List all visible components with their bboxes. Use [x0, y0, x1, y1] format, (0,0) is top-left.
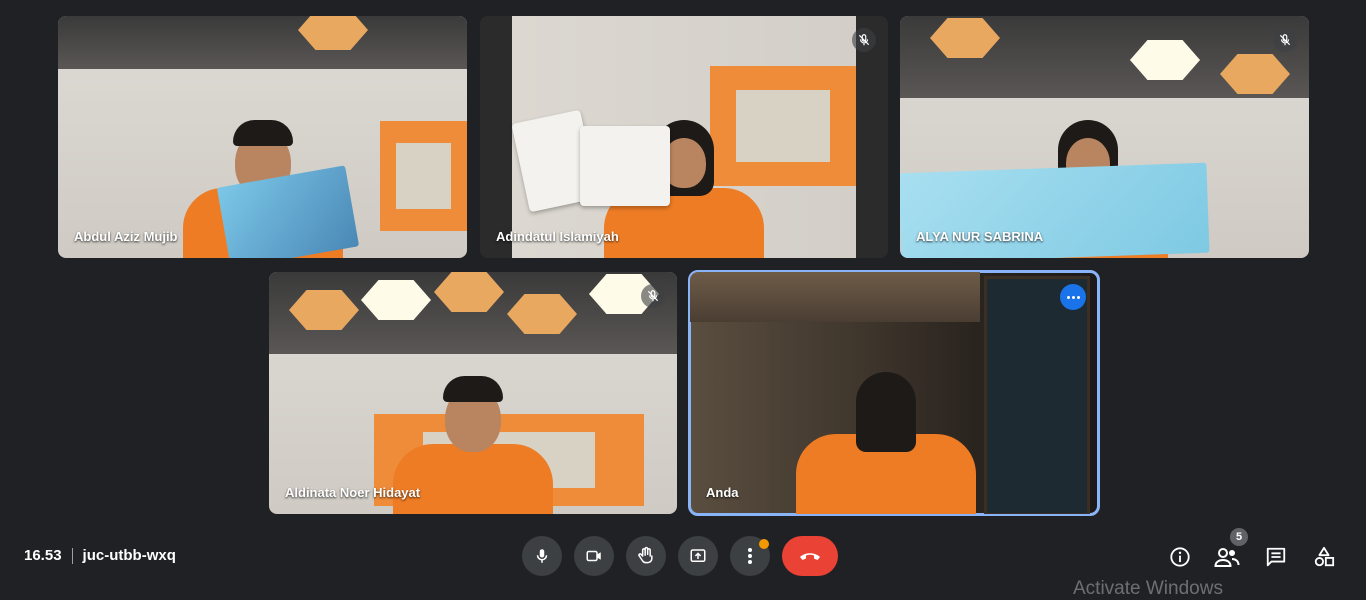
meeting-code: juc-utbb-wxq — [82, 547, 176, 564]
raise-hand-button[interactable] — [626, 536, 666, 576]
video-tile-adindatul-islamiyah[interactable]: Adindatul Islamiyah — [480, 16, 888, 258]
participant-figure — [786, 354, 986, 514]
divider — [71, 547, 73, 564]
more-vert-icon — [748, 548, 752, 564]
muted-indicator — [852, 28, 876, 52]
mic-off-icon — [647, 290, 659, 302]
people-button[interactable]: 5 — [1214, 528, 1248, 570]
participant-name: Abdul Aziz Mujib — [74, 229, 178, 244]
present-screen-button[interactable] — [678, 536, 718, 576]
muted-indicator — [1273, 28, 1297, 52]
phone-hangup-icon — [800, 553, 820, 560]
video-camera-icon — [586, 550, 601, 562]
people-icon — [1214, 548, 1240, 567]
mic-off-icon — [1279, 34, 1291, 46]
microphone-button[interactable] — [522, 536, 562, 576]
activities-button[interactable] — [1311, 544, 1337, 570]
mic-off-icon — [858, 34, 870, 46]
microphone-icon — [536, 549, 548, 563]
activate-windows-watermark: Activate Windows — [1073, 578, 1223, 599]
muted-indicator — [641, 284, 665, 308]
video-tile-anda-self[interactable]: Anda — [688, 270, 1100, 516]
room-ceiling — [58, 16, 467, 70]
more-horiz-icon — [1066, 295, 1070, 299]
end-call-button[interactable] — [782, 536, 838, 576]
current-time: 16.53 — [24, 547, 62, 564]
flash-card — [580, 126, 670, 206]
present-icon — [690, 549, 706, 562]
tile-options-button[interactable] — [1060, 284, 1086, 310]
chat-icon — [1266, 547, 1286, 567]
hand-icon — [638, 546, 653, 564]
participant-name: ALYA NUR SABRINA — [916, 229, 1044, 244]
participant-name: Aldinata Noer Hidayat — [285, 485, 421, 500]
meeting-details-button[interactable] — [1167, 544, 1193, 570]
participant-name: Adindatul Islamiyah — [496, 229, 619, 244]
video-tile-abdul-aziz-mujib[interactable]: Abdul Aziz Mujib — [58, 16, 467, 258]
activities-icon — [1314, 546, 1335, 567]
notification-dot — [759, 539, 769, 549]
window-frame — [984, 276, 1090, 514]
camera-button[interactable] — [574, 536, 614, 576]
participant-name: Anda — [706, 485, 739, 500]
more-options-button[interactable] — [730, 536, 770, 576]
video-tile-aldinata-noer-hidayat[interactable]: Aldinata Noer Hidayat — [269, 272, 677, 514]
video-tile-alya-nur-sabrina[interactable]: ALYA NUR SABRINA — [900, 16, 1309, 258]
participant-count-badge: 5 — [1230, 528, 1248, 546]
ceiling-beams — [690, 272, 980, 322]
chat-button[interactable] — [1263, 544, 1289, 570]
info-icon — [1170, 547, 1190, 567]
wall-panel — [380, 121, 467, 231]
meeting-info: 16.53 juc-utbb-wxq — [24, 547, 176, 564]
